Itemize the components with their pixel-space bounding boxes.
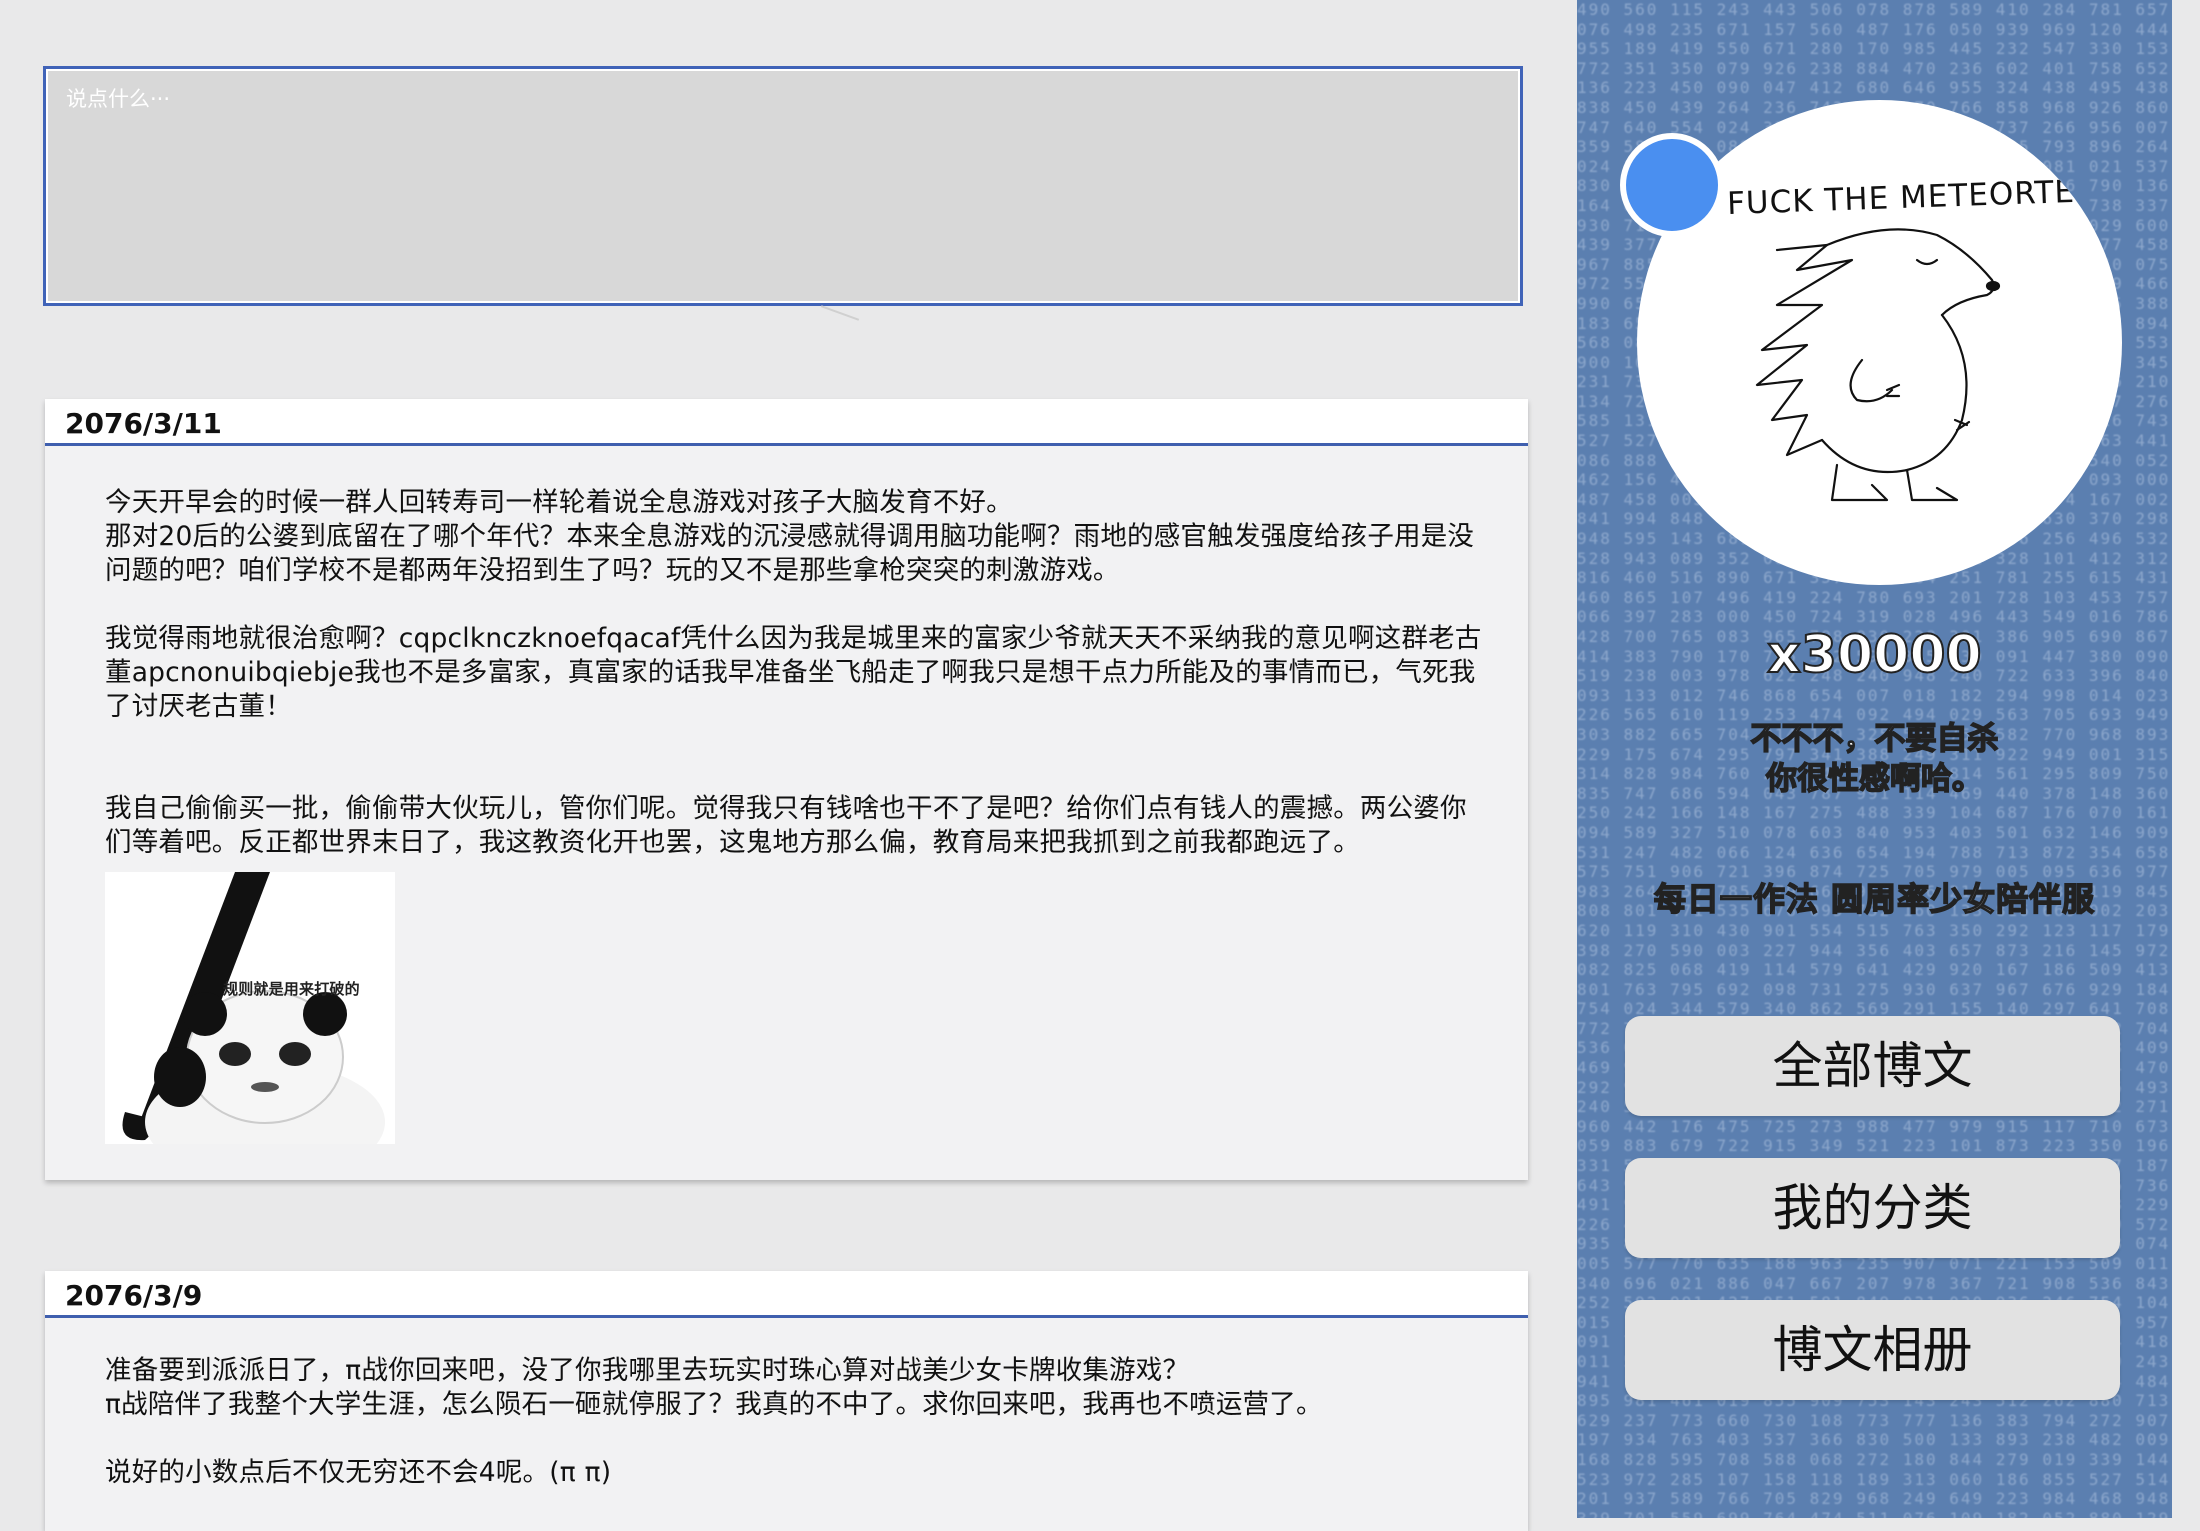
post-body: 准备要到派派日了，π战你回来吧，没了你我哪里去玩实时珠心算对战美少女卡牌收集游戏… [45, 1318, 1528, 1526]
post-paragraph: 我自己偷偷买一批，偷偷带大伙玩儿，管你们呢。觉得我只有钱啥也干不了是吧？给你们点… [105, 793, 1467, 858]
post-date: 2076/3/11 [65, 407, 222, 440]
nav-all-posts-button[interactable]: 全部博文 [1625, 1016, 2120, 1116]
meme-caption: 规则就是用来打破的 [223, 980, 360, 998]
motto-line: 你很性感啊哈。 [1765, 760, 1984, 798]
compose-input[interactable] [46, 69, 1520, 303]
nav-album-button[interactable]: 博文相册 [1625, 1300, 2120, 1400]
panda-meme-illustration [122, 872, 385, 1144]
meme-image[interactable]: 规则就是用来打破的 [105, 872, 395, 1144]
post-paragraph: 准备要到派派日了，π战你回来吧，没了你我哪里去玩实时珠心算对战美少女卡牌收集游戏… [105, 1355, 1190, 1386]
blog-post: 2076/3/11 今天开早会的时候一群人回转寿司一样轮着说全息游戏对孩子大脑发… [45, 399, 1528, 1180]
motto-line: 不不不，不要自杀 [1750, 720, 2000, 758]
post-paragraph: π战陪伴了我整个大学生涯，怎么陨石一砸就停服了？我真的不中了。求你回来吧，我再也… [105, 1389, 1323, 1420]
blog-post: 2076/3/9 准备要到派派日了，π战你回来吧，没了你我哪里去玩实时珠心算对战… [45, 1271, 1528, 1531]
nav-categories-button[interactable]: 我的分类 [1625, 1158, 2120, 1258]
post-paragraph: 那对20后的公婆到底留在了哪个年代？本来全息游戏的沉浸感就得调用脑功能啊？雨地的… [105, 521, 1475, 586]
post-header: 2076/3/9 [45, 1271, 1528, 1318]
post-paragraph: 我觉得雨地就很治愈啊？cqpclknczknoefqacaf凭什么因为我是城里来… [105, 623, 1482, 722]
profile-sidebar: 490 560 115 243 443 506 078 878 589 410 … [1577, 0, 2172, 1518]
post-paragraph: 说好的小数点后不仅无穷还不会4呢。(π π) [105, 1457, 612, 1488]
post-header: 2076/3/11 [45, 399, 1528, 446]
sidebar-slogan: 每日一作法 圆周率少女陪伴服 [1653, 879, 2096, 919]
compose-box [43, 66, 1523, 306]
post-body: 今天开早会的时候一群人回转寿司一样轮着说全息游戏对孩子大脑发育不好。 那对20后… [45, 446, 1528, 1180]
follower-count: x30000 [1766, 624, 1982, 686]
post-paragraph: 今天开早会的时候一群人回转寿司一样轮着说全息游戏对孩子大脑发育不好。 [105, 487, 1013, 518]
post-date: 2076/3/9 [65, 1279, 203, 1312]
status-dot [1620, 133, 1724, 237]
compose-tail [820, 305, 860, 321]
